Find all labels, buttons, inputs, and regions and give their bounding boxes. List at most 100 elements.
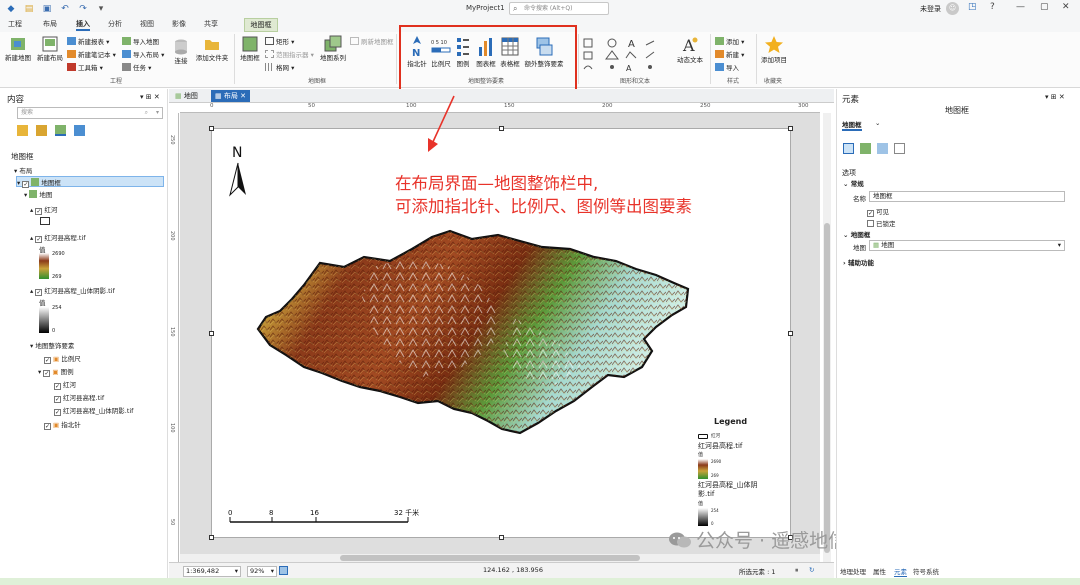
tree-item-layout[interactable]: ▾ 布局: [14, 165, 32, 175]
rectangle-button[interactable]: 矩形 ▾: [265, 36, 294, 46]
map-select[interactable]: ▦ 地图 ▾: [869, 240, 1065, 251]
zoom-select[interactable]: 92% ▾: [247, 566, 277, 577]
selection-handle[interactable]: [209, 331, 214, 336]
import-layout-button[interactable]: 导入布局 ▾: [122, 49, 164, 59]
lock-icon[interactable]: ▣: [53, 421, 59, 429]
lock-icon[interactable]: ▣: [52, 368, 58, 376]
graphics-gallery[interactable]: A A: [582, 37, 674, 75]
graphic-callout-icon[interactable]: [583, 51, 593, 60]
selection-handle[interactable]: [209, 126, 214, 131]
new-notebook-button[interactable]: 新建笔记本 ▾: [67, 49, 116, 59]
minimize-icon[interactable]: —: [1016, 2, 1025, 12]
map-series-button[interactable]: 地图系列: [318, 35, 348, 62]
tree-item-honghe[interactable]: ▴ ✓ 红河: [30, 204, 57, 215]
tree-item-hillshade[interactable]: ▴ ✓ 红河县高程_山体阴影.tif: [30, 285, 115, 296]
bottom-tab-elements[interactable]: 元素: [894, 566, 907, 577]
graphic-curve-icon[interactable]: [583, 65, 593, 70]
list-by-snapping-icon[interactable]: [74, 125, 85, 136]
import-map-button[interactable]: 导入地图: [122, 36, 159, 46]
checkbox-checked-icon[interactable]: ✓: [35, 289, 43, 296]
redo-icon[interactable]: ↷: [76, 3, 90, 15]
dem-color-ramp[interactable]: [39, 253, 49, 279]
tab-analysis[interactable]: 分析: [108, 19, 122, 29]
avatar[interactable]: ☺: [946, 2, 959, 15]
tree-item-map[interactable]: ▾ 地图: [24, 189, 52, 199]
checkbox-checked-icon[interactable]: ✓: [44, 357, 51, 364]
checkbox-checked-icon[interactable]: ✓: [867, 210, 874, 217]
display-tab-icon[interactable]: [877, 143, 888, 154]
tree-item-legend-honghe[interactable]: ✓ 红河: [54, 379, 76, 390]
tree-item-legend-hillshade[interactable]: ✓ 红河县高程_山体阴影.tif: [54, 405, 133, 416]
chevron-down-icon[interactable]: ⌄: [875, 119, 880, 127]
maximize-icon[interactable]: ▢: [1040, 2, 1049, 12]
checkbox-checked-icon[interactable]: ✓: [35, 208, 43, 215]
tab-imagery[interactable]: 影像: [172, 19, 186, 29]
toolbox-button[interactable]: 工具箱 ▾: [67, 62, 103, 72]
checkbox-checked-icon[interactable]: ✓: [44, 423, 51, 430]
checkbox-checked-icon[interactable]: ✓: [35, 236, 43, 243]
add-folder-button[interactable]: 添加文件夹: [194, 35, 230, 62]
horizontal-scrollbar[interactable]: [180, 554, 820, 562]
bottom-tab-geoprocessing[interactable]: 地理处理: [840, 566, 866, 576]
checkbox-checked-icon[interactable]: ✓: [43, 370, 51, 377]
refresh-mapframe-button[interactable]: 刷新地图框: [350, 36, 394, 46]
tab-layout[interactable]: 布局: [43, 19, 57, 29]
graphic-text-icon[interactable]: A: [628, 39, 635, 50]
locked-checkbox[interactable]: 已锁定: [867, 218, 896, 228]
save-icon[interactable]: ▣: [40, 3, 54, 15]
connect-button[interactable]: 连接: [170, 38, 192, 65]
new-report-button[interactable]: 新建报表 ▾: [67, 36, 109, 46]
graphic-rectangle-icon[interactable]: [583, 38, 593, 48]
selection-handle[interactable]: [499, 535, 504, 540]
add-item-button[interactable]: 添加项目: [758, 35, 790, 64]
selection-handle[interactable]: [788, 126, 793, 131]
customize-dropdown-icon[interactable]: ▾: [94, 3, 108, 15]
tab-mapframe-contextual[interactable]: 地图框: [244, 18, 278, 32]
style-new-button[interactable]: 新建 ▾: [715, 49, 744, 59]
login-status[interactable]: 未登录: [920, 4, 941, 14]
vertical-scrollbar[interactable]: [823, 113, 831, 563]
tab-project[interactable]: 工程: [8, 19, 22, 29]
new-map-button[interactable]: 新建地图: [3, 35, 33, 62]
vertical-scroll-thumb[interactable]: [824, 223, 830, 553]
tree-item-legend-dem[interactable]: ✓ 红河县高程.tif: [54, 392, 104, 403]
graphic-label-icon[interactable]: A: [626, 64, 632, 73]
tab-view[interactable]: 视图: [140, 19, 154, 29]
bottom-tab-properties[interactable]: 属性: [873, 566, 886, 576]
terrain-map[interactable]: [252, 227, 732, 442]
tree-item-mapframe[interactable]: ▾ ✓ 地图框: [16, 176, 164, 188]
symbol-tab-icon[interactable]: [860, 143, 871, 154]
tree-item-legend[interactable]: ▾ ✓ ▣ 图例: [38, 366, 74, 377]
graphic-marker-icon[interactable]: [648, 65, 652, 69]
pane-options-icon[interactable]: ▾ ⊞ ✕: [1045, 93, 1065, 101]
list-by-source-icon[interactable]: [36, 125, 47, 136]
doc-tab-map[interactable]: ▦ 地图: [171, 90, 202, 102]
mapframe-section[interactable]: ⌄ 地图框: [843, 229, 870, 239]
horizontal-scroll-thumb[interactable]: [340, 555, 640, 561]
checkbox-checked-icon[interactable]: ✓: [54, 396, 61, 403]
placement-tab-icon[interactable]: [894, 143, 905, 154]
pane-options-icon[interactable]: ▾ ⊞ ✕: [140, 93, 160, 101]
tab-insert[interactable]: 插入: [76, 19, 90, 31]
graphic-point-icon[interactable]: [610, 65, 614, 69]
north-arrow[interactable]: N: [226, 143, 252, 199]
name-input[interactable]: 地图框: [869, 191, 1065, 202]
notification-icon[interactable]: ◳: [968, 2, 977, 12]
checkbox-unchecked-icon[interactable]: [867, 220, 874, 227]
selection-handle[interactable]: [499, 126, 504, 131]
pause-icon[interactable]: ⏸: [795, 566, 798, 575]
checkbox-checked-icon[interactable]: ✓: [54, 409, 61, 416]
command-search-input[interactable]: ⌕ 命令搜索 (Alt+Q): [509, 2, 609, 15]
lock-icon[interactable]: ▣: [53, 355, 59, 363]
honghe-symbol-swatch[interactable]: [40, 217, 50, 225]
task-button[interactable]: 任务 ▾: [122, 62, 151, 72]
scale-input[interactable]: 1:369,482 ▾: [183, 566, 241, 577]
content-search-input[interactable]: 搜索 ⌕ ▾: [17, 107, 163, 119]
selection-handle[interactable]: [788, 331, 793, 336]
legend[interactable]: Legend 红河 红河县高程.tif 值 2690 269 红河县高程_山体阴…: [698, 417, 778, 537]
accessibility-section[interactable]: › 辅助功能: [843, 257, 874, 267]
general-section[interactable]: ⌄ 常规: [843, 178, 864, 188]
dynamic-text-button[interactable]: A 动态文本: [674, 35, 706, 64]
grid-toggle-icon[interactable]: [279, 566, 288, 575]
help-button[interactable]: ?: [990, 2, 995, 12]
